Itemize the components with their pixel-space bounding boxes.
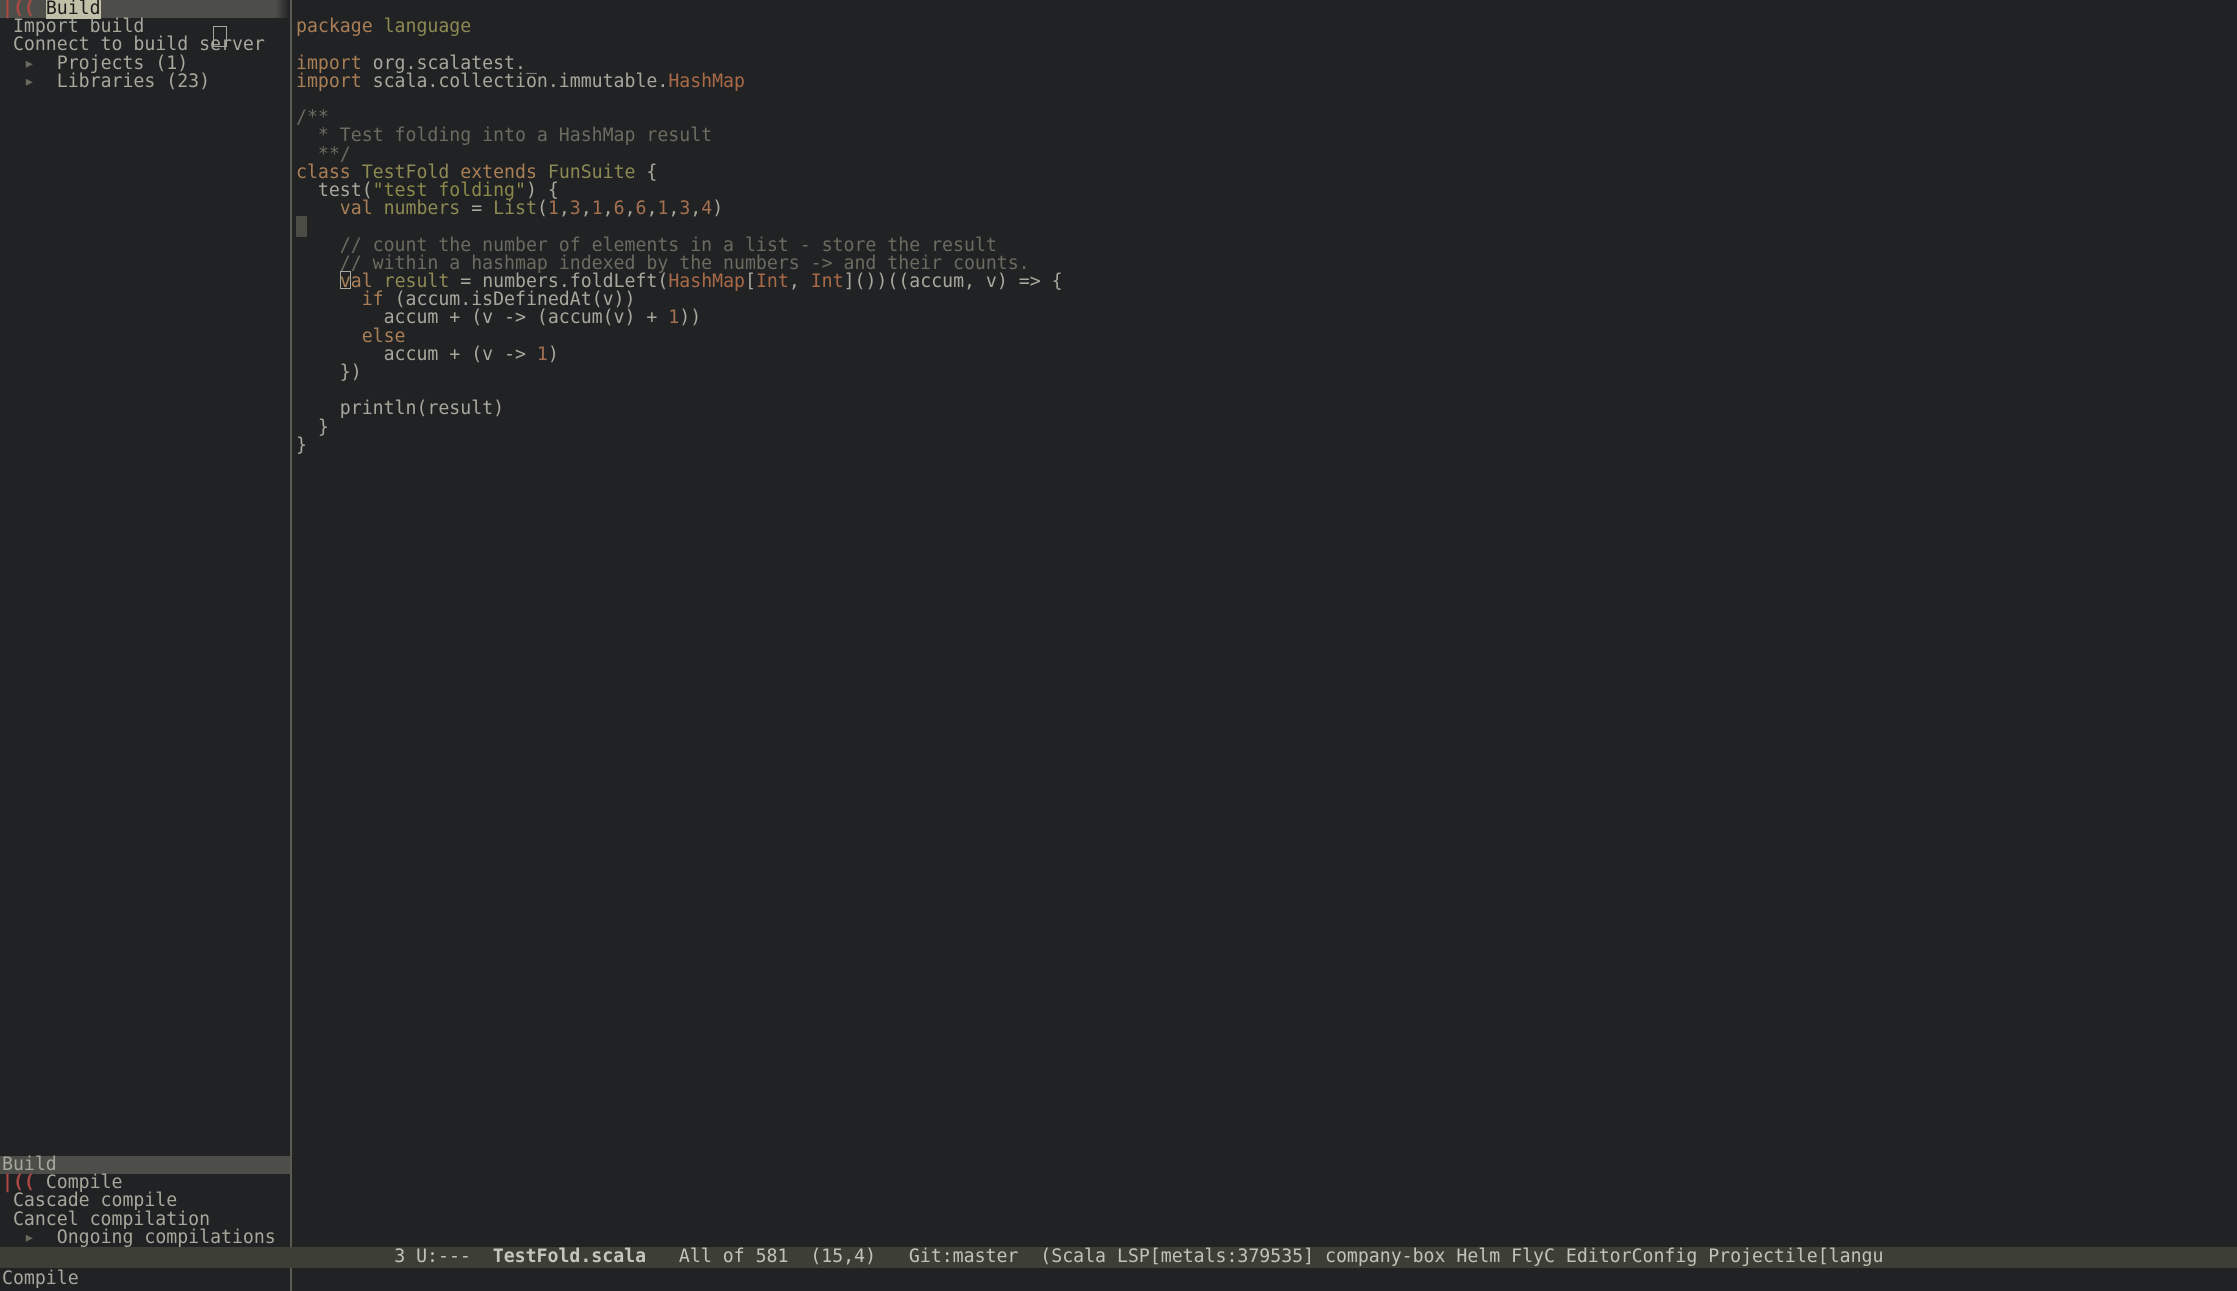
sidebar-top: |(( Build Import build Connect to build … [0,0,290,91]
code-token: , [668,198,679,219]
code-token: Int [811,271,844,292]
code-token: FunSuite [548,162,636,183]
code-token: ())((accum, v) => { [855,271,1063,292]
code-token: , [690,198,701,219]
sidebar-item-label: Libraries (23) [57,71,210,92]
mode-line: 3 U:--- TestFold.scala All of 581 (15,4)… [0,1247,2237,1268]
code-lit: 6 [636,198,647,219]
mode-line-state: U:--- [405,1248,482,1266]
code-token: , [603,198,614,219]
mode-line-size: All of 581 [657,1248,810,1266]
code-token: ] [844,271,855,292]
mode-line-pos: (15,4) [810,1248,887,1266]
code-token: package [296,16,373,37]
code-token: , [646,198,657,219]
code-token: language [373,16,472,37]
code-editor[interactable]: package language import org.scalatest._ … [292,0,2237,1291]
code-lit: 3 [570,198,581,219]
code-token: ( [537,198,548,219]
code-token: , [581,198,592,219]
code-lit: 4 [701,198,712,219]
mode-line-file: TestFold.scala [482,1248,657,1266]
code-token: ) [548,344,559,365]
sidebar-item-ongoing-compilations[interactable]: ▸ Ongoing compilations [0,1229,290,1247]
code-token: import [296,71,362,92]
code-lit: 1 [657,198,668,219]
code-token: , [625,198,636,219]
code-token: { [635,162,657,183]
code-lit: 3 [679,198,690,219]
echo-area: Compile [0,1268,2237,1291]
code-lit: 1 [537,344,548,365]
sidebar-item-libraries[interactable]: ▸ Libraries (23) [0,73,290,91]
code-comment: * Test folding into a HashMap result [296,125,712,146]
code-token: )) [679,307,701,328]
mode-line-modes: (Scala LSP[metals:379535] company-box He… [1040,1248,1883,1266]
code-token: List [493,198,537,219]
code-token: Int [756,271,789,292]
code-token: HashMap [668,271,745,292]
mode-line-indicator: 3 [394,1248,405,1266]
chevron-right-icon: ▸ [24,71,35,92]
code-token: = [460,198,493,219]
code-token: scala.collection.immutable. [362,71,669,92]
mode-line-pad [0,1248,394,1266]
sidebar-gap [0,91,290,1156]
code-token: numbers [384,198,461,219]
code-token: val [296,198,384,219]
app: |(( Build Import build Connect to build … [0,0,2237,1291]
code-lit: 1 [668,307,679,328]
code-token: , [559,198,570,219]
sidebar-item-label: Ongoing compilations [57,1227,276,1248]
code-token: ) [712,198,723,219]
code-token: }) [296,362,362,383]
chevron-right-icon: ▸ [24,1227,35,1248]
mode-line-git: Git:master [887,1248,1040,1266]
code-token: } [296,435,307,456]
code-lit: 6 [614,198,625,219]
code-token: [ [745,271,756,292]
echo-text: Compile [2,1270,79,1288]
sidebar: |(( Build Import build Connect to build … [0,0,292,1291]
code-lit: 1 [548,198,559,219]
code-token: , [789,271,811,292]
code-lit: 1 [592,198,603,219]
code-token: HashMap [668,71,745,92]
